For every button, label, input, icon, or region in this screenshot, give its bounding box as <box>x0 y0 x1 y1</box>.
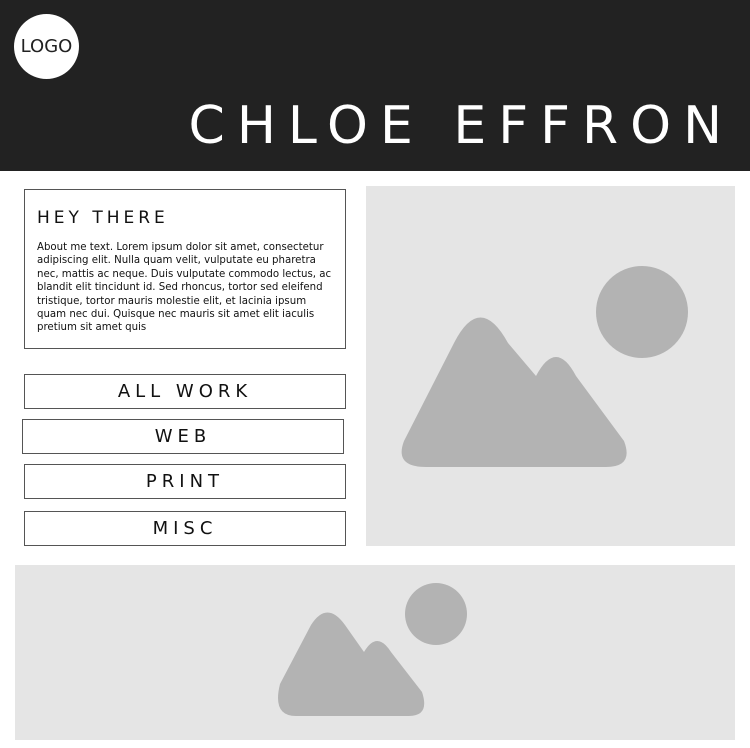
logo[interactable]: LOGO <box>14 14 79 79</box>
about-text: About me text. Lorem ipsum dolor sit ame… <box>37 242 332 333</box>
site-header: LOGO CHLOE EFFRON <box>0 0 750 171</box>
about-card: HEY THERE About me text. Lorem ipsum dol… <box>24 189 346 349</box>
nav-button-print[interactable]: PRINT <box>24 464 346 499</box>
hero-image <box>366 186 735 546</box>
nav-button-web[interactable]: WEB <box>22 419 344 454</box>
site-title: CHLOE EFFRON <box>188 96 734 156</box>
banner-image <box>15 565 735 740</box>
image-placeholder-icon <box>278 583 467 716</box>
nav-button-misc[interactable]: MISC <box>24 511 346 546</box>
about-heading: HEY THERE <box>37 208 169 228</box>
image-placeholder-icon <box>401 266 688 467</box>
nav-button-all-work[interactable]: ALL WORK <box>24 374 346 409</box>
